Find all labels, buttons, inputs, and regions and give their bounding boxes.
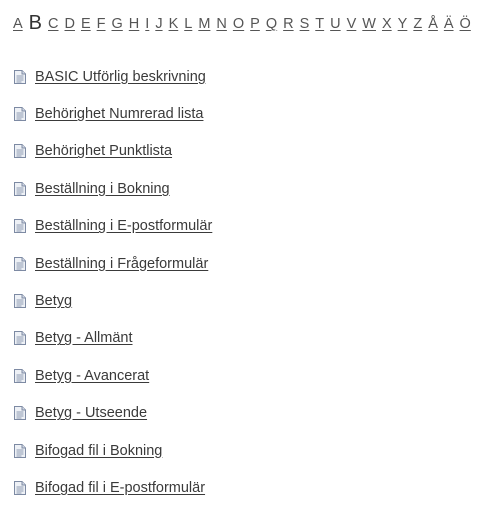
alphabet-letter-12[interactable]: L	[184, 14, 192, 34]
alphabet-letter-10[interactable]: J	[155, 14, 162, 34]
document-link[interactable]: Betyg - Allmänt	[35, 330, 133, 346]
document-link[interactable]: Betyg - Avancerat	[35, 368, 149, 384]
list-item: Betyg - Utseende	[14, 395, 212, 432]
document-link[interactable]: Betyg	[35, 293, 72, 309]
document-link[interactable]: Betyg - Utseende	[35, 405, 147, 421]
list-item: Betyg	[14, 282, 212, 319]
alphabet-letter-11[interactable]: K	[169, 14, 179, 34]
document-icon	[14, 368, 26, 383]
document-link[interactable]: Bifogad fil i Bokning	[35, 443, 162, 459]
alphabet-letter-9[interactable]: I	[145, 14, 149, 34]
document-link[interactable]: Beställning i Frågeformulär	[35, 256, 208, 272]
document-icon	[14, 443, 26, 458]
alphabet-letter-23[interactable]: W	[362, 14, 376, 34]
alphabet-letter-19[interactable]: S	[300, 14, 310, 34]
alphabet-letter-5[interactable]: E	[81, 14, 91, 34]
list-item: Behörighet Punktlista	[14, 133, 212, 170]
alphabet-letter-25[interactable]: Y	[398, 14, 408, 34]
alphabet-letter-21[interactable]: U	[330, 14, 340, 34]
document-link[interactable]: Bifogad fil i E-postformulär	[35, 480, 205, 496]
alphabet-letter-15[interactable]: O	[233, 14, 244, 34]
alphabet-letter-14[interactable]: N	[216, 14, 226, 34]
document-icon	[14, 219, 26, 234]
alphabet-letter-3[interactable]: C	[48, 14, 58, 34]
list-item: Beställning i Bokning	[14, 170, 212, 207]
alphabet-index: ABCDEFGHIJKLMNOPQRSTUVWXYZÅÄÖ	[13, 10, 477, 34]
alphabet-letter-29[interactable]: Ö	[460, 14, 471, 34]
document-link[interactable]: Beställning i Bokning	[35, 181, 170, 197]
alphabet-letter-17[interactable]: Q	[266, 14, 277, 34]
alphabet-letter-1[interactable]: A	[13, 14, 23, 34]
document-icon	[14, 181, 26, 196]
list-item: Betyg - Allmänt	[14, 320, 212, 357]
document-link[interactable]: Beställning i E-postformulär	[35, 218, 212, 234]
list-item: Behörighet Numrerad lista	[14, 95, 212, 132]
alphabet-letter-22[interactable]: V	[347, 14, 357, 34]
alphabet-letter-2: B	[28, 12, 43, 34]
document-list: BASIC Utförlig beskrivning Behörighet Num…	[14, 58, 212, 507]
alphabet-letter-27[interactable]: Å	[428, 14, 438, 34]
document-icon	[14, 406, 26, 421]
document-icon	[14, 107, 26, 122]
document-icon	[14, 69, 26, 84]
list-item: Betyg - Avancerat	[14, 357, 212, 394]
alphabet-letter-6[interactable]: F	[97, 14, 106, 34]
alphabet-letter-13[interactable]: M	[198, 14, 210, 34]
alphabet-letter-7[interactable]: G	[112, 14, 123, 34]
list-item: Beställning i Frågeformulär	[14, 245, 212, 282]
list-item: BASIC Utförlig beskrivning	[14, 58, 212, 95]
alphabet-letter-20[interactable]: T	[315, 14, 324, 34]
document-icon	[14, 480, 26, 495]
list-item: Bifogad fil i E-postformulär	[14, 469, 212, 506]
list-item: Beställning i E-postformulär	[14, 208, 212, 245]
alphabet-letter-16[interactable]: P	[250, 14, 260, 34]
document-icon	[14, 294, 26, 309]
alphabet-letter-26[interactable]: Z	[413, 14, 422, 34]
document-icon	[14, 331, 26, 346]
list-item: Bifogad fil i Bokning	[14, 432, 212, 469]
alphabet-letter-24[interactable]: X	[382, 14, 392, 34]
alphabet-letter-4[interactable]: D	[65, 14, 75, 34]
document-icon	[14, 256, 26, 271]
alphabet-letter-28[interactable]: Ä	[444, 14, 454, 34]
alphabet-letter-18[interactable]: R	[283, 14, 293, 34]
document-icon	[14, 144, 26, 159]
document-link[interactable]: BASIC Utförlig beskrivning	[35, 69, 206, 85]
document-link[interactable]: Behörighet Punktlista	[35, 143, 172, 159]
alphabet-letter-8[interactable]: H	[129, 14, 139, 34]
document-link[interactable]: Behörighet Numrerad lista	[35, 106, 203, 122]
